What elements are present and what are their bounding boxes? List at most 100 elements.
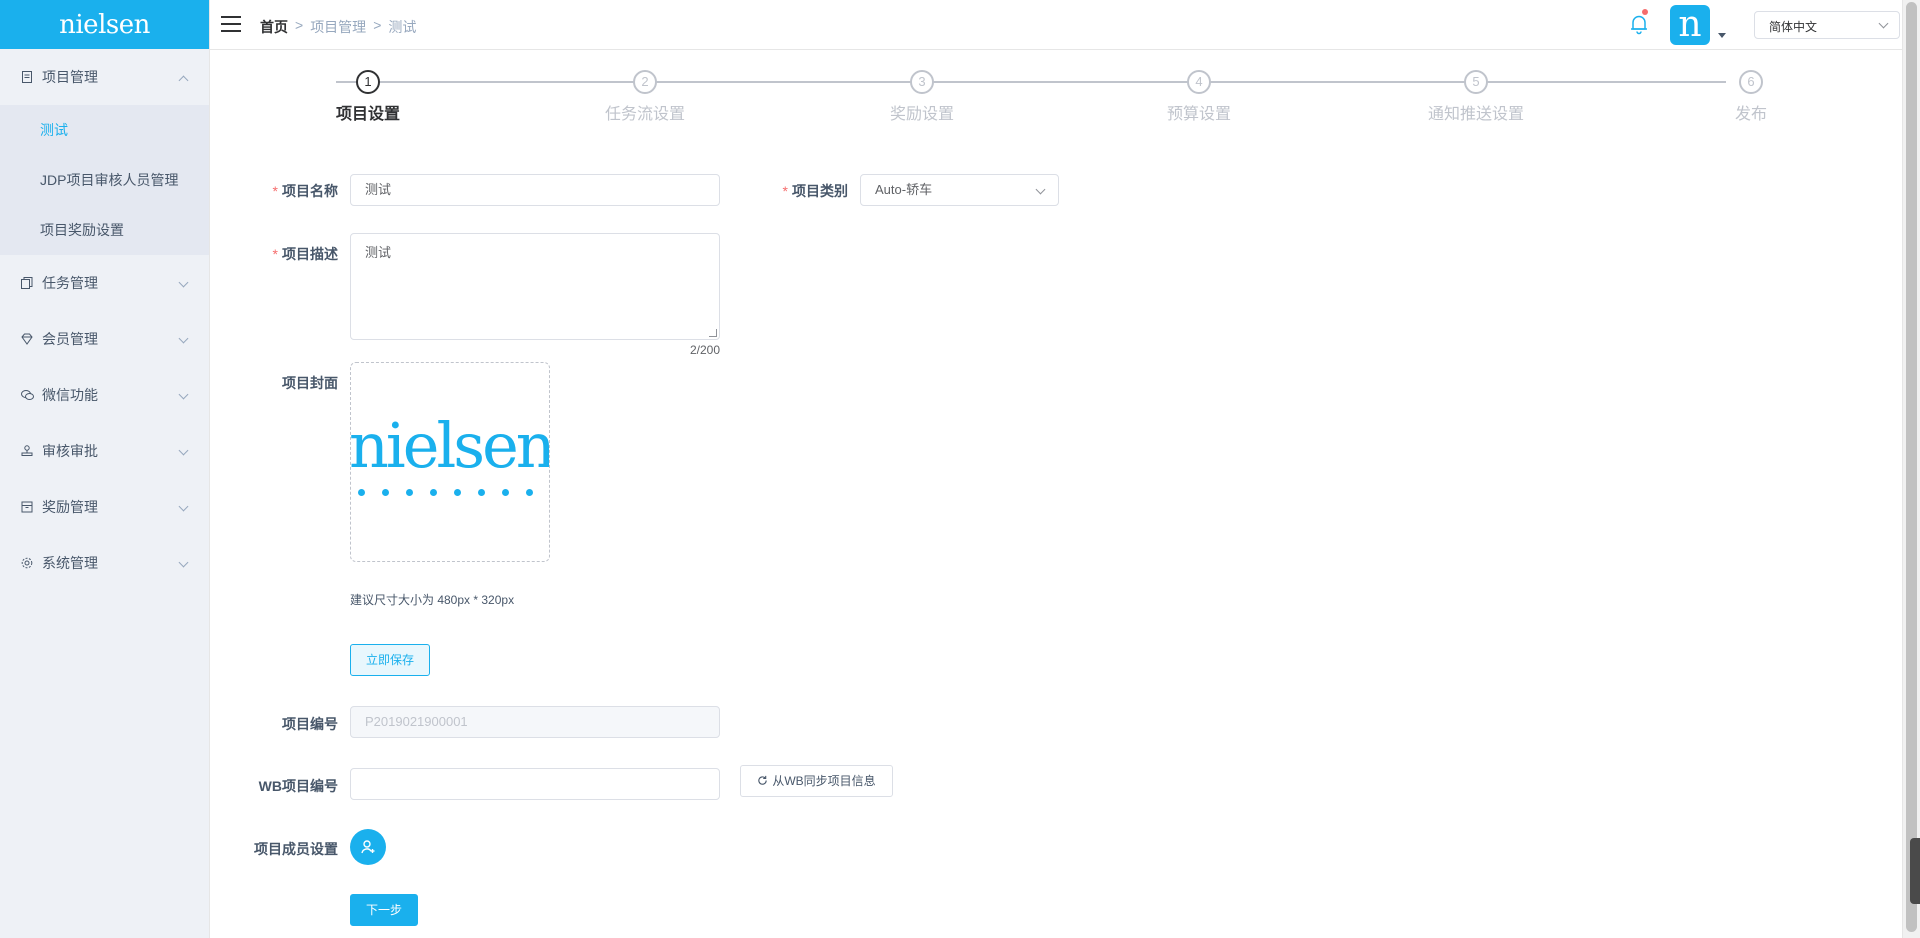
breadcrumb: 首页 > 项目管理 > 测试	[260, 17, 416, 37]
sidebar-item-label: 任务管理	[42, 275, 98, 291]
breadcrumb-home[interactable]: 首页	[260, 17, 288, 37]
sidebar-item-project-management[interactable]: 项目管理	[0, 49, 209, 105]
avatar[interactable]: n	[1670, 5, 1710, 45]
sidebar-item-label: 审核审批	[42, 443, 98, 459]
breadcrumb-separator: >	[295, 17, 304, 33]
project-description-value: 测试	[365, 245, 392, 260]
sidebar-menu: 项目管理 测试 JDP项目审核人员管理 项目奖励设置 任务管理 会员管理 微信功…	[0, 49, 209, 591]
chevron-down-icon	[178, 445, 189, 456]
project-name-input[interactable]: 测试	[350, 174, 720, 206]
copy-icon	[20, 276, 34, 290]
breadcrumb-separator: >	[373, 17, 382, 33]
step-number: 5	[1464, 70, 1488, 94]
sidebar-item-reward-management[interactable]: 奖励管理	[0, 479, 209, 535]
vertical-scrollbar[interactable]	[1902, 0, 1920, 938]
step-number: 4	[1187, 70, 1211, 94]
project-code-input: P2019021900001	[350, 706, 720, 738]
step-label: 任务流设置	[604, 106, 685, 123]
chevron-up-icon	[178, 75, 189, 86]
logo-text: nielsen	[59, 9, 150, 40]
step-number: 3	[910, 70, 934, 94]
chevron-down-icon	[178, 389, 189, 400]
step-3[interactable]: 3 奖励设置	[862, 70, 982, 124]
step-number: 1	[356, 70, 380, 94]
stamp-icon	[20, 444, 34, 458]
sidebar-item-system-management[interactable]: 系统管理	[0, 535, 209, 591]
step-number: 6	[1739, 70, 1763, 94]
diamond-icon	[20, 332, 34, 346]
project-description-label: * 项目描述	[272, 246, 338, 262]
steps-bar: 1 项目设置 2 任务流设置 3 奖励设置 4 预算设置 5 通知推送设置 6 …	[336, 70, 1767, 130]
cover-image-uploader[interactable]: nielsen	[350, 362, 550, 562]
cover-size-hint: 建议尺寸大小为 480px * 320px	[350, 593, 515, 607]
wb-project-code-input[interactable]	[350, 768, 720, 800]
refresh-icon	[758, 775, 768, 785]
sidebar: nielsen 项目管理 测试 JDP项目审核人员管理 项目奖励设置 任务管理	[0, 0, 210, 938]
step-number: 2	[633, 70, 657, 94]
box-icon	[20, 500, 34, 514]
sidebar-item-review-approval[interactable]: 审核审批	[0, 423, 209, 479]
breadcrumb-current: 测试	[388, 19, 417, 35]
description-char-counter: 2/200	[690, 343, 721, 357]
resize-handle-icon[interactable]	[709, 329, 717, 337]
caret-down-icon[interactable]	[1718, 33, 1726, 38]
project-members-label: 项目成员设置	[254, 841, 338, 857]
cover-image-logo: nielsen	[350, 409, 550, 482]
step-6[interactable]: 6 发布	[1691, 70, 1811, 124]
breadcrumb-project-management[interactable]: 项目管理	[310, 17, 366, 37]
project-category-select[interactable]: Auto-轿车	[860, 174, 1059, 206]
language-select[interactable]: 简体中文	[1754, 11, 1900, 39]
project-code-label: 项目编号	[282, 716, 338, 732]
submenu-project-management: 测试 JDP项目审核人员管理 项目奖励设置	[0, 105, 209, 255]
sidebar-item-label: 奖励管理	[42, 499, 98, 515]
step-label: 预算设置	[1166, 106, 1231, 123]
chevron-down-icon	[178, 501, 189, 512]
brand-logo[interactable]: nielsen	[0, 0, 209, 49]
project-category-value: Auto-轿车	[875, 182, 933, 197]
sidebar-subitem-test[interactable]: 测试	[0, 105, 209, 155]
scrollbar-thumb[interactable]	[1906, 2, 1917, 932]
step-4[interactable]: 4 预算设置	[1139, 70, 1259, 124]
add-member-button[interactable]	[350, 829, 386, 865]
bell-icon[interactable]	[1628, 9, 1650, 35]
notification-dot	[1642, 9, 1648, 15]
document-icon	[20, 70, 34, 84]
gear-icon	[20, 556, 34, 570]
chevron-down-icon	[1035, 184, 1046, 195]
sidebar-item-label: 项目管理	[42, 69, 98, 85]
chevron-down-icon	[178, 333, 189, 344]
step-label: 通知推送设置	[1427, 106, 1524, 123]
hamburger-menu-icon[interactable]	[221, 16, 241, 32]
sidebar-subitem-project-rewards[interactable]: 项目奖励设置	[0, 205, 209, 255]
sync-from-wb-button[interactable]: 从WB同步项目信息	[740, 765, 893, 797]
save-now-button[interactable]: 立即保存	[350, 644, 430, 676]
step-1[interactable]: 1 项目设置	[308, 70, 428, 124]
project-description-textarea[interactable]: 测试	[350, 233, 720, 340]
sidebar-item-member-management[interactable]: 会员管理	[0, 311, 209, 367]
project-cover-label: 项目封面	[282, 375, 338, 391]
step-label: 发布	[1734, 106, 1767, 123]
sidebar-item-label: 会员管理	[42, 331, 98, 347]
chevron-down-icon	[1878, 18, 1889, 29]
language-select-value: 简体中文	[1769, 20, 1818, 34]
sidebar-item-label: 微信功能	[42, 387, 98, 403]
sidebar-subitem-jdp-reviewers[interactable]: JDP项目审核人员管理	[0, 155, 209, 205]
project-name-label: * 项目名称	[272, 183, 338, 199]
app-root: nielsen 项目管理 测试 JDP项目审核人员管理 项目奖励设置 任务管理	[0, 0, 1920, 938]
sidebar-item-wechat[interactable]: 微信功能	[0, 367, 209, 423]
project-category-label: * 项目类别	[782, 183, 848, 199]
sync-button-label: 从WB同步项目信息	[772, 774, 876, 788]
next-step-button[interactable]: 下一步	[350, 894, 418, 926]
chevron-down-icon	[178, 277, 189, 288]
step-label: 项目设置	[335, 106, 400, 123]
top-header: 首页 > 项目管理 > 测试 n 简体中文	[210, 0, 1902, 50]
step-5[interactable]: 5 通知推送设置	[1416, 70, 1536, 124]
step-2[interactable]: 2 任务流设置	[585, 70, 705, 124]
wb-project-code-label: WB项目编号	[258, 778, 338, 794]
sidebar-item-task-management[interactable]: 任务管理	[0, 255, 209, 311]
sidebar-item-label: 系统管理	[42, 555, 98, 571]
side-widget-tab[interactable]	[1910, 838, 1920, 904]
chat-icon	[20, 388, 34, 402]
cover-image-dots	[358, 489, 533, 496]
chevron-down-icon	[178, 557, 189, 568]
